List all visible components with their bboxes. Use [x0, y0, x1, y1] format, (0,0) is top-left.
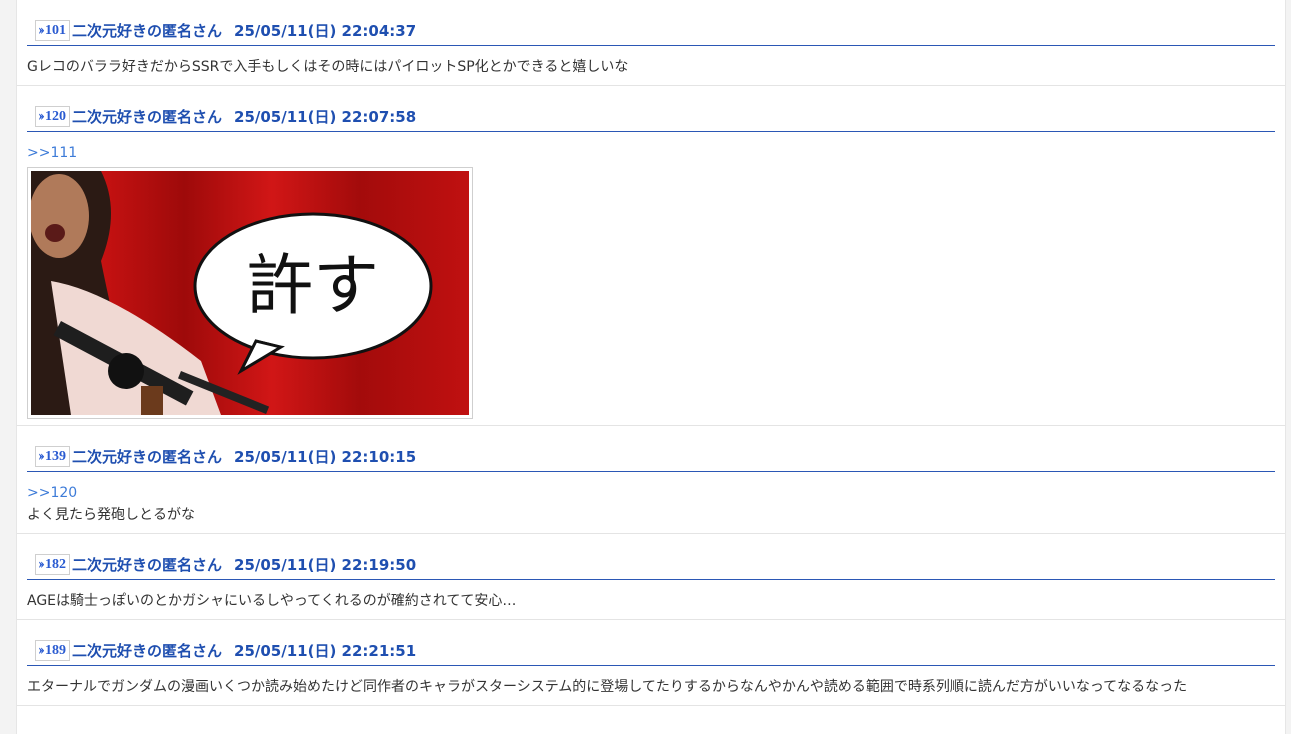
poster-name: 二次元好きの匿名さん — [72, 642, 223, 660]
res-number: 182 — [45, 556, 66, 572]
post-text: よく見たら発砲しとるがな — [27, 507, 195, 523]
res-number-anchor[interactable]: ›› 101 — [35, 20, 70, 41]
post-date: 25/05/11(日) 22:19:50 — [234, 556, 417, 574]
double-chevron-icon: ›› — [38, 108, 45, 124]
res-number: 189 — [45, 642, 66, 658]
post-body: AGEは騎士っぽいのとかガシャにいるしやってくれるのが確約されてて安心… — [27, 580, 1275, 619]
double-chevron-icon: ›› — [38, 448, 45, 464]
res-number-anchor[interactable]: ›› 120 — [35, 106, 70, 127]
poster-name: 二次元好きの匿名さん — [72, 108, 223, 126]
reply-link[interactable]: >>111 — [27, 142, 1275, 164]
post: ›› 120 二次元好きの匿名さん 25/05/11(日) 22:07:58 >… — [17, 86, 1285, 426]
res-number: 101 — [45, 22, 66, 38]
res-number-anchor[interactable]: ›› 182 — [35, 554, 70, 575]
post-date: 25/05/11(日) 22:04:37 — [234, 22, 417, 40]
post: ›› 101 二次元好きの匿名さん 25/05/11(日) 22:04:37 G… — [17, 0, 1285, 86]
post-body: >>120 よく見たら発砲しとるがな — [27, 472, 1275, 533]
post-body: >>111 許す — [27, 132, 1275, 425]
post-text: Gレコのバララ好きだからSSRで入手もしくはその時にはパイロットSP化とかできる… — [27, 59, 629, 75]
res-number-anchor[interactable]: ›› 189 — [35, 640, 70, 661]
poster-name: 二次元好きの匿名さん — [72, 22, 223, 40]
post-header: ›› 189 二次元好きの匿名さん 25/05/11(日) 22:21:51 — [27, 620, 1275, 666]
post: ›› 189 二次元好きの匿名さん 25/05/11(日) 22:21:51 エ… — [17, 620, 1285, 706]
post-text: AGEは騎士っぽいのとかガシャにいるしやってくれるのが確約されてて安心… — [27, 593, 517, 609]
post-text: エターナルでガンダムの漫画いくつか読み始めたけど同作者のキャラがスターシステム的… — [27, 679, 1188, 695]
post: ›› 139 二次元好きの匿名さん 25/05/11(日) 22:10:15 >… — [17, 426, 1285, 534]
reply-link[interactable]: >>120 — [27, 482, 1275, 504]
poster-name: 二次元好きの匿名さん — [72, 556, 223, 574]
double-chevron-icon: ›› — [38, 642, 45, 658]
post-header: ›› 182 二次元好きの匿名さん 25/05/11(日) 22:19:50 — [27, 534, 1275, 580]
post-header: ›› 120 二次元好きの匿名さん 25/05/11(日) 22:07:58 — [27, 86, 1275, 132]
meme-image: 許す — [31, 171, 469, 415]
post-date: 25/05/11(日) 22:10:15 — [234, 448, 417, 466]
post: ›› 182 二次元好きの匿名さん 25/05/11(日) 22:19:50 A… — [17, 534, 1285, 620]
double-chevron-icon: ›› — [38, 22, 45, 38]
poster-name: 二次元好きの匿名さん — [72, 448, 223, 466]
post-date: 25/05/11(日) 22:21:51 — [234, 642, 417, 660]
post-date: 25/05/11(日) 22:07:58 — [234, 108, 417, 126]
double-chevron-icon: ›› — [38, 556, 45, 572]
post-header: ›› 139 二次元好きの匿名さん 25/05/11(日) 22:10:15 — [27, 426, 1275, 472]
thread-container: ›› 101 二次元好きの匿名さん 25/05/11(日) 22:04:37 G… — [16, 0, 1286, 734]
post-body: エターナルでガンダムの漫画いくつか読み始めたけど同作者のキャラがスターシステム的… — [27, 666, 1275, 705]
post-header: ›› 101 二次元好きの匿名さん 25/05/11(日) 22:04:37 — [27, 0, 1275, 46]
res-number: 139 — [45, 448, 66, 464]
res-number: 120 — [45, 108, 66, 124]
post-image-thumbnail[interactable]: 許す — [27, 167, 473, 419]
post-body: Gレコのバララ好きだからSSRで入手もしくはその時にはパイロットSP化とかできる… — [27, 46, 1275, 85]
res-number-anchor[interactable]: ›› 139 — [35, 446, 70, 467]
speech-bubble-text: 許す — [247, 247, 379, 324]
